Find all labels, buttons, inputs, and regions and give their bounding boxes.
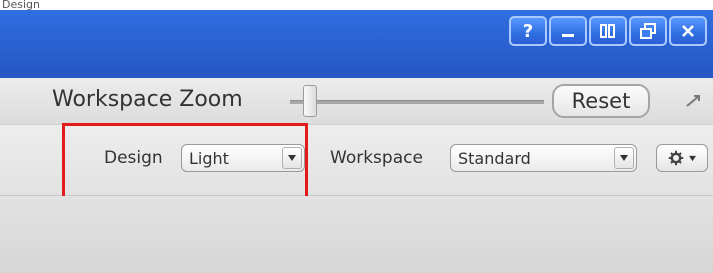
help-button[interactable]: ? <box>509 16 547 46</box>
close-button[interactable] <box>669 16 707 46</box>
collapse-icon[interactable] <box>685 92 703 110</box>
zoom-slider-thumb[interactable] <box>303 85 318 117</box>
workspace-zoom-bar: Workspace Zoom Reset <box>0 78 713 125</box>
restore-icon <box>640 23 656 39</box>
workspace-dropdown-value: Standard <box>458 148 531 168</box>
help-icon: ? <box>522 20 534 42</box>
workspace-zoom-label: Workspace Zoom <box>52 87 243 112</box>
highlight-annotation-box <box>62 123 308 200</box>
settings-dropdown[interactable] <box>656 144 708 172</box>
gear-icon <box>668 150 683 166</box>
chevron-down-icon <box>620 155 628 161</box>
zoom-slider-track[interactable] <box>290 100 544 104</box>
workspace-dropdown-arrow[interactable] <box>614 147 634 169</box>
restore-button[interactable] <box>629 16 667 46</box>
split-view-icon <box>600 24 615 38</box>
reset-button[interactable]: Reset <box>552 84 650 118</box>
close-icon <box>682 25 694 37</box>
workspace-label: Workspace <box>330 148 423 168</box>
workspace-area <box>0 196 713 273</box>
split-view-button[interactable] <box>589 16 627 46</box>
minimize-button[interactable] <box>549 16 587 46</box>
window-controls: ? <box>507 16 707 46</box>
minimize-icon <box>562 34 574 37</box>
title-bar: ? <box>0 10 713 78</box>
chevron-down-icon <box>688 155 696 161</box>
workspace-dropdown[interactable]: Standard <box>450 144 637 172</box>
top-caption: Design <box>2 0 40 11</box>
